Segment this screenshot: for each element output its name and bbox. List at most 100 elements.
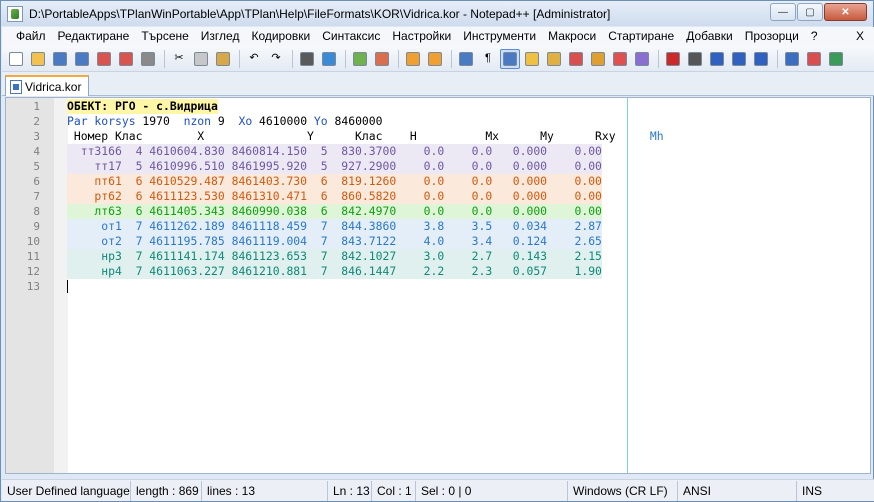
menu-window[interactable]: Прозорци [739, 27, 805, 46]
menu-run[interactable]: Стартиране [602, 27, 680, 46]
show-all-chars-icon[interactable]: ¶ [478, 49, 498, 69]
line-code[interactable]: тт17 5 4610996.510 8461995.920 5 927.290… [67, 159, 602, 174]
sync-vertical-icon-shape [406, 51, 420, 66]
cut-icon[interactable]: ✂ [169, 49, 189, 69]
editor-line[interactable]: 7 рт62 6 4611123.530 8461310.471 6 860.5… [6, 189, 870, 204]
menu-edit[interactable]: Редактиране [52, 27, 136, 46]
monitoring-icon-shape [613, 51, 627, 66]
menu-settings[interactable]: Настройки [386, 27, 457, 46]
editor-line[interactable]: 1 ОБЕКТ: РГО - с.Видрица [6, 99, 870, 114]
editor-line[interactable]: 2 Par korsys 1970 nzon 9 Xo 4610000 Yo 84… [6, 114, 870, 129]
code-token: Номер Клас X Y Клас H Mx My Rxy [67, 129, 650, 143]
status-eol[interactable]: Windows (CR LF) [568, 480, 678, 501]
line-code[interactable]: рт62 6 4611123.530 8461310.471 6 860.582… [67, 189, 602, 204]
editor-line[interactable]: 12 нр4 7 4611063.227 8461210.881 7 846.1… [6, 264, 870, 279]
menu-macro[interactable]: Макроси [542, 27, 602, 46]
function-list-icon[interactable] [566, 49, 586, 69]
line-code[interactable]: пт61 6 4610529.487 8461403.730 6 819.126… [67, 174, 602, 189]
line-code[interactable]: от1 7 4611262.189 8461118.459 7 844.3860… [67, 219, 602, 234]
save-all-icon-shape [75, 51, 89, 66]
close-file-icon[interactable] [94, 49, 114, 69]
line-code[interactable]: от2 7 4611195.785 8461119.004 7 843.7122… [67, 234, 602, 249]
tab-vidrica-kor[interactable]: Vidrica.kor [5, 75, 89, 96]
find-icon[interactable] [297, 49, 317, 69]
editor-line[interactable]: 11 нр3 7 4611141.174 8461123.653 7 842.1… [6, 249, 870, 264]
toolbar-separator [164, 49, 165, 68]
stop-macro-icon-shape [688, 51, 702, 66]
status-insert-mode[interactable]: INS [797, 481, 837, 501]
line-code[interactable]: Par korsys 1970 nzon 9 Xo 4610000 Yo 846… [67, 114, 383, 129]
save-macro-icon[interactable] [751, 49, 771, 69]
monitoring-icon[interactable] [610, 49, 630, 69]
title-bar[interactable]: D:\PortableApps\TPlanWinPortable\App\TPl… [1, 1, 873, 26]
toolbar-separator [345, 49, 346, 68]
doc-map-icon[interactable] [544, 49, 564, 69]
line-code[interactable]: нр3 7 4611141.174 8461123.653 7 842.1027… [67, 249, 602, 264]
menu-search[interactable]: Търсене [135, 27, 194, 46]
stop-macro-icon[interactable] [685, 49, 705, 69]
line-number: 5 [33, 160, 40, 173]
menu-plugins[interactable]: Добавки [680, 27, 739, 46]
line-number: 8 [33, 205, 40, 218]
editor-line[interactable]: 10 от2 7 4611195.785 8461119.004 7 843.7… [6, 234, 870, 249]
user-language-icon[interactable] [522, 49, 542, 69]
new-file-icon[interactable] [6, 49, 26, 69]
record-macro-icon[interactable] [663, 49, 683, 69]
line-code[interactable]: ОБЕКТ: РГО - с.Видрица [67, 99, 218, 114]
folder-workspace-icon[interactable] [588, 49, 608, 69]
close-document-button[interactable]: X [850, 27, 870, 46]
plugin-grid-icon[interactable] [826, 49, 846, 69]
replace-icon[interactable] [319, 49, 339, 69]
undo-icon[interactable]: ↶ [244, 49, 264, 69]
menu-language[interactable]: Синтаксис [316, 27, 386, 46]
code-token: 8460000 [327, 114, 383, 128]
line-code[interactable]: Номер Клас X Y Клас H Mx My Rxy Mh [67, 129, 664, 144]
minimize-button[interactable]: — [770, 3, 796, 21]
editor-line[interactable]: 6 пт61 6 4610529.487 8461403.730 6 819.1… [6, 174, 870, 189]
sync-horizontal-icon[interactable] [425, 49, 445, 69]
menu-view[interactable]: Изглед [195, 27, 246, 46]
line-code[interactable]: тт3166 4 4610604.830 8460814.150 5 830.3… [67, 144, 602, 159]
editor-lines[interactable]: 1 ОБЕКТ: РГО - с.Видрица 2 Par korsys 1970 … [6, 99, 870, 294]
word-wrap-icon[interactable] [456, 49, 476, 69]
line-code[interactable]: лт63 6 4611405.343 8460990.038 6 842.497… [67, 204, 602, 219]
play-macro-icon-shape [710, 51, 724, 66]
zoom-in-icon[interactable] [350, 49, 370, 69]
menu-help[interactable]: ? [805, 27, 824, 46]
editor-line[interactable]: 4 тт3166 4 4610604.830 8460814.150 5 830… [6, 144, 870, 159]
user-language-icon-shape [525, 51, 539, 66]
print-icon[interactable] [138, 49, 158, 69]
code-token: ОБЕКТ: РГО - с.Видрица [67, 99, 218, 113]
eye-icon[interactable] [632, 49, 652, 69]
line-code[interactable]: нр4 7 4611063.227 8461210.881 7 846.1447… [67, 264, 602, 279]
toolbar-separator [239, 49, 240, 68]
close-window-button[interactable]: ✕ [824, 3, 867, 21]
paste-icon[interactable] [213, 49, 233, 69]
save-icon[interactable] [50, 49, 70, 69]
save-all-icon[interactable] [72, 49, 92, 69]
run-macro-multiple-icon[interactable] [729, 49, 749, 69]
maximize-button[interactable]: ▢ [797, 3, 823, 21]
menu-file[interactable]: Файл [10, 27, 52, 46]
code-token: тт17 5 4610996.510 8461995.920 5 927.290… [67, 159, 602, 173]
editor-pane[interactable]: 1 ОБЕКТ: РГО - с.Видрица 2 Par korsys 1970 … [5, 97, 871, 474]
sync-vertical-icon[interactable] [403, 49, 423, 69]
editor-line[interactable]: 5 тт17 5 4610996.510 8461995.920 5 927.2… [6, 159, 870, 174]
code-token: тт3166 4 4610604.830 8460814.150 5 830.3… [67, 144, 602, 158]
plugin-list-icon[interactable] [804, 49, 824, 69]
close-all-icon[interactable] [116, 49, 136, 69]
open-file-icon[interactable] [28, 49, 48, 69]
editor-line[interactable]: 8 лт63 6 4611405.343 8460990.038 6 842.4… [6, 204, 870, 219]
menu-encoding[interactable]: Кодировки [245, 27, 316, 46]
editor-line[interactable]: 13 [6, 279, 870, 294]
plugin-down-icon[interactable] [782, 49, 802, 69]
zoom-out-icon[interactable] [372, 49, 392, 69]
status-encoding[interactable]: ANSI [678, 480, 797, 501]
redo-icon[interactable]: ↷ [266, 49, 286, 69]
indent-guide-icon[interactable] [500, 48, 520, 69]
menu-tools[interactable]: Инструменти [457, 27, 542, 46]
editor-line[interactable]: 3 Номер Клас X Y Клас H Mx My Rxy Mh [6, 129, 870, 144]
play-macro-icon[interactable] [707, 49, 727, 69]
editor-line[interactable]: 9 от1 7 4611262.189 8461118.459 7 844.38… [6, 219, 870, 234]
copy-icon[interactable] [191, 49, 211, 69]
